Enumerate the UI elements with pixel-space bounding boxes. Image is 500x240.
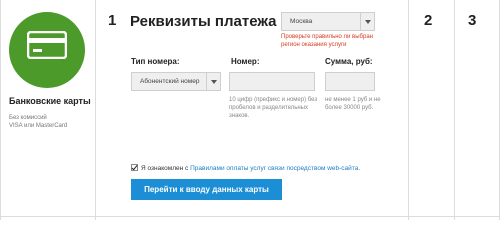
payment-page: Банковские карты Без комиссий VISA или M… bbox=[0, 0, 500, 220]
region-warning: Проверьте правильно ли выбран регион ока… bbox=[281, 34, 373, 48]
page-title: Реквизиты платежа bbox=[130, 13, 277, 30]
agree-checkbox[interactable] bbox=[131, 164, 138, 171]
payment-method-title: Банковские карты bbox=[9, 96, 91, 106]
payment-method-commission: Без комиссий bbox=[9, 115, 47, 121]
amount-label: Сумма, руб: bbox=[325, 57, 373, 66]
step-number-2: 2 bbox=[424, 12, 433, 29]
number-type-select[interactable]: Абонентский номер bbox=[131, 72, 221, 91]
amount-hint: не менее 1 руб и не более 30000 руб. bbox=[325, 97, 381, 111]
number-label: Номер: bbox=[231, 57, 260, 66]
region-select[interactable]: Москва bbox=[281, 12, 375, 31]
divider bbox=[0, 216, 500, 217]
step-number-1: 1 bbox=[108, 12, 117, 29]
amount-input[interactable] bbox=[325, 72, 375, 91]
divider bbox=[454, 0, 455, 220]
credit-card-icon bbox=[27, 31, 67, 59]
divider bbox=[95, 0, 96, 220]
agreement-text: Я ознакомлен с bbox=[141, 165, 191, 172]
phone-number-input[interactable] bbox=[229, 72, 315, 91]
agreement-row: Я ознакомлен с Правилами оплаты услуг св… bbox=[131, 164, 360, 172]
chevron-down-icon bbox=[211, 80, 217, 84]
number-type-value: Абонентский номер bbox=[140, 78, 200, 85]
submit-button[interactable]: Перейти к вводу данных карты bbox=[131, 179, 282, 200]
divider bbox=[408, 0, 409, 220]
payment-method-cards: VISA или MasterCard bbox=[9, 123, 68, 129]
chevron-down-icon bbox=[365, 20, 371, 24]
payment-rules-link[interactable]: Правилами оплаты услуг связи посредством… bbox=[190, 165, 360, 172]
region-select-value: Москва bbox=[290, 18, 313, 25]
step-number-3: 3 bbox=[468, 12, 477, 29]
number-hint: 10 цифр (префикс и номер) без пробелов и… bbox=[229, 97, 318, 119]
payment-method-panel: Банковские карты Без комиссий VISA или M… bbox=[0, 0, 95, 220]
number-type-label: Тип номера: bbox=[131, 57, 180, 66]
